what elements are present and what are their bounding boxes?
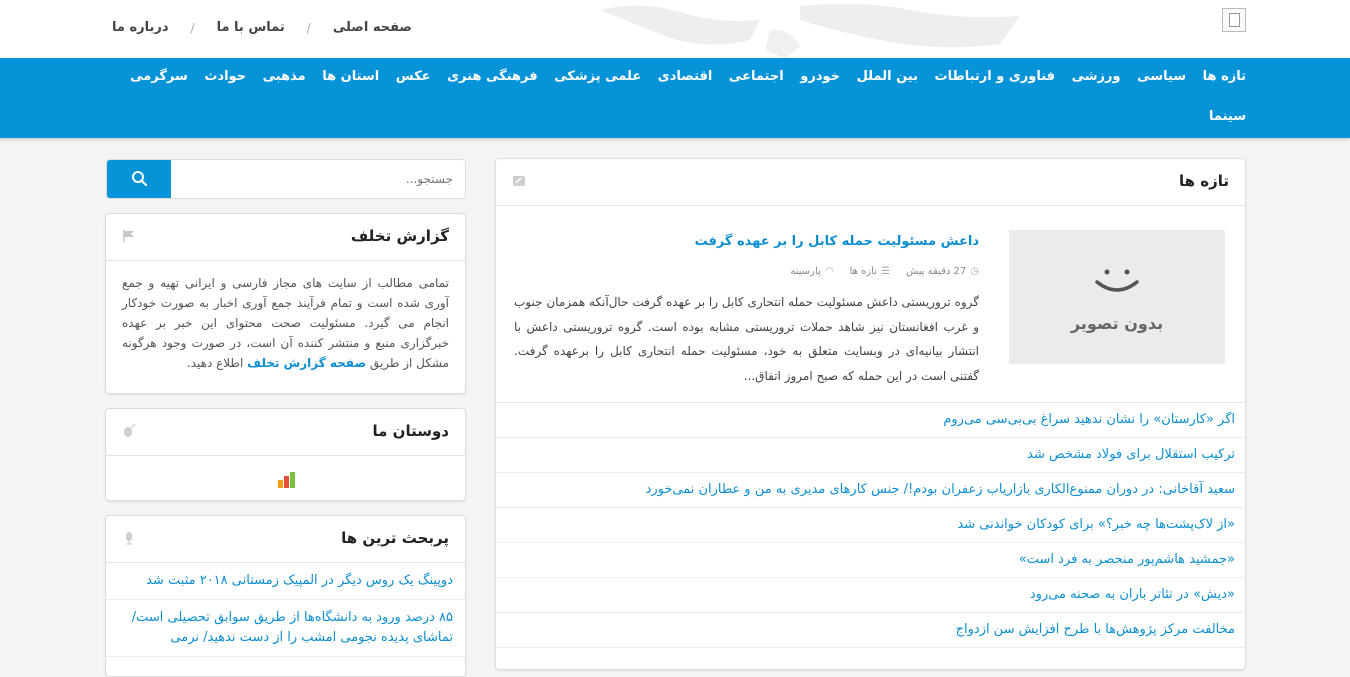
card-title: دوستان ما — [372, 422, 449, 440]
mouse-icon — [124, 424, 136, 437]
news-link[interactable]: «دیش» در تئاتر باران به صحنه می‌رود — [496, 578, 1245, 613]
news-link[interactable]: اگر «کارستان» را نشان ندهید سراغ بی‌بی‌س… — [496, 403, 1245, 438]
nav-row-2: سینما — [130, 109, 1246, 124]
popular-link[interactable]: ۸۵ درصد ورود به دانشگاه‌ها از طریق سوابق… — [106, 600, 465, 657]
top-bar: صفحه اصلی / تماس با ما / درباره ما — [0, 0, 1350, 58]
nav-item[interactable]: سینما — [1209, 109, 1246, 124]
nav-item[interactable]: ورزشی — [1072, 69, 1121, 84]
news-link[interactable]: ترکیب استقلال برای فولاد مشخص شد — [496, 438, 1245, 473]
meta-time: ◷27 دقیقه پیش — [905, 266, 979, 277]
nav-item[interactable]: عکس — [396, 69, 431, 84]
top-link-about[interactable]: درباره ما — [112, 20, 169, 35]
nav-item[interactable]: استان ها — [322, 69, 379, 84]
top-link-contact[interactable]: تماس با ما — [217, 20, 285, 35]
news-link[interactable]: «از لاک‌پشت‌ها چه خبر؟» برای کودکان خوان… — [496, 508, 1245, 543]
main-nav: تازه ها سیاسی ورزشی فناوری و ارتباطات بی… — [0, 58, 1350, 138]
card-title: گزارش تخلف — [350, 227, 449, 245]
search-box — [106, 159, 466, 199]
nav-item[interactable]: علمی پزشکی — [554, 69, 641, 84]
clock-icon: ◷ — [970, 266, 979, 277]
site-logo[interactable] — [1222, 8, 1246, 32]
meta-category[interactable]: ☰تازه ها — [850, 266, 890, 277]
microphone-icon — [126, 532, 132, 545]
search-icon — [132, 171, 148, 187]
card-header: دوستان ما — [106, 409, 465, 456]
featured-summary: گروه تروریستی داعش مسئولیت حمله انتحاری … — [514, 295, 979, 383]
news-link[interactable]: سعید آقاخانی: در دوران ممنوع‌الکاری بازا… — [496, 473, 1245, 508]
nav-item[interactable]: فناوری و ارتباطات — [935, 69, 1056, 84]
nav-item[interactable]: سرگرمی — [130, 69, 188, 84]
card-title: تازه ها — [1178, 172, 1229, 190]
nav-item[interactable]: اقتصادی — [658, 69, 713, 84]
nav-item[interactable]: تازه ها — [1203, 69, 1246, 84]
nav-item[interactable]: سیاسی — [1137, 69, 1186, 84]
broken-image-icon — [1229, 13, 1240, 27]
top-link-home[interactable]: صفحه اصلی — [333, 20, 412, 35]
search-input[interactable] — [185, 160, 465, 198]
separator: / — [190, 20, 195, 35]
nav-row-1: تازه ها سیاسی ورزشی فناوری و ارتباطات بی… — [130, 69, 1246, 84]
nav-item[interactable]: بین الملل — [857, 69, 918, 84]
featured-thumbnail[interactable]: بدون تصویر — [1009, 230, 1225, 364]
edit-icon — [513, 176, 525, 186]
card-header: گزارش تخلف — [106, 214, 465, 261]
separator: / — [306, 20, 311, 35]
nav-item[interactable]: خودرو — [800, 69, 840, 84]
list-icon: ☰ — [880, 266, 890, 277]
latest-news-card: تازه ها بدون تصویر داعش مسئولیت حمله کاب… — [495, 158, 1246, 670]
featured-meta: ◷27 دقیقه پیش ☰تازه ها ◠پارسینه — [790, 266, 979, 277]
card-title: پربحث ترین ها — [341, 529, 449, 547]
report-violation-card: گزارش تخلف تمامی مطالب از سایت های مجاز … — [105, 213, 466, 394]
friends-body — [106, 456, 465, 500]
meta-source[interactable]: ◠پارسینه — [790, 266, 833, 277]
news-link[interactable]: «جمشید هاشم‌پور منحصر به فرد است» — [496, 543, 1245, 578]
card-header: پربحث ترین ها — [106, 516, 465, 563]
nav-item[interactable]: حوادث — [204, 69, 246, 84]
report-text: تمامی مطالب از سایت های مجاز فارسی و ایر… — [106, 261, 465, 373]
rss-icon: ◠ — [824, 266, 834, 277]
search-button[interactable] — [107, 160, 171, 198]
nav-item[interactable]: مذهبی — [263, 69, 306, 84]
report-link[interactable]: صفحه گزارش تخلف — [247, 356, 366, 370]
nav-item[interactable]: اجتماعی — [729, 69, 784, 84]
report-text-end: اطلاع دهید. — [186, 356, 244, 370]
partner-logo-icon[interactable] — [276, 470, 298, 492]
no-image-label: بدون تصویر — [1070, 314, 1164, 333]
smiley-icon — [1095, 269, 1139, 292]
nav-item[interactable]: فرهنگی هنری — [447, 69, 537, 84]
card-header: تازه ها — [496, 159, 1245, 206]
flag-icon — [123, 230, 134, 242]
friends-card: دوستان ما — [105, 408, 466, 501]
popular-link[interactable]: دوپینگ یک روس دیگر در المپیک زمستانی ۲۰۱… — [106, 563, 465, 600]
world-map-decoration — [600, 3, 1020, 58]
featured-article: بدون تصویر داعش مسئولیت حمله کابل را بر … — [496, 206, 1245, 403]
news-link[interactable]: مخالفت مرکز پژوهش‌ها با طرح افزایش سن از… — [496, 613, 1245, 648]
featured-headline[interactable]: داعش مسئولیت حمله کابل را بر عهده گرفت — [695, 234, 979, 249]
top-links: صفحه اصلی / تماس با ما / درباره ما — [112, 20, 412, 35]
